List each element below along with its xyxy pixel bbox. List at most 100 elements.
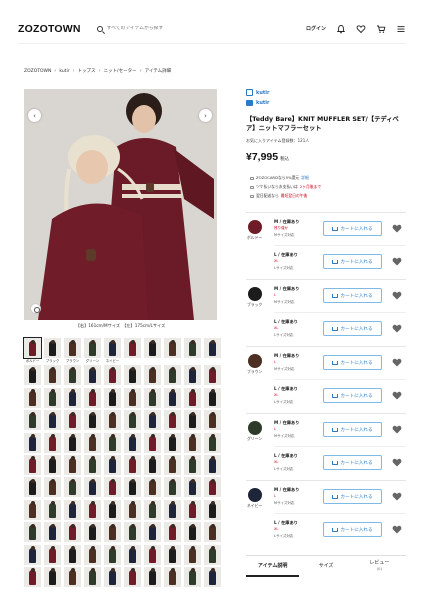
- favorite-heart-icon[interactable]: [392, 358, 402, 367]
- thumbnail[interactable]: ボルドー: [23, 337, 42, 363]
- search-icon[interactable]: [96, 25, 103, 32]
- thumbnail[interactable]: [204, 338, 221, 363]
- thumbnail[interactable]: [104, 544, 121, 565]
- favorite-heart-icon[interactable]: [392, 425, 402, 434]
- thumbnail[interactable]: [184, 499, 201, 520]
- thumbnail[interactable]: [204, 432, 221, 453]
- color-swatch[interactable]: [248, 488, 262, 502]
- search-input[interactable]: [106, 26, 227, 31]
- thumbnail[interactable]: [164, 454, 181, 475]
- thumbnail[interactable]: [184, 566, 201, 587]
- search-bar[interactable]: [96, 25, 227, 32]
- add-to-cart-button[interactable]: カートに入れる: [323, 288, 382, 303]
- thumbnail[interactable]: [24, 454, 41, 475]
- thumbnail[interactable]: [24, 522, 41, 543]
- thumbnail[interactable]: [164, 522, 181, 543]
- thumbnail[interactable]: [104, 365, 121, 386]
- thumbnail[interactable]: [184, 410, 201, 431]
- thumbnail[interactable]: [124, 477, 141, 498]
- thumbnail[interactable]: [44, 432, 61, 453]
- favorite-heart-icon[interactable]: [392, 257, 402, 266]
- breadcrumb-item[interactable]: ニット/セーター: [104, 68, 137, 74]
- thumbnail[interactable]: [84, 410, 101, 431]
- thumbnail[interactable]: [104, 454, 121, 475]
- brand-name[interactable]: kutir: [256, 90, 269, 96]
- thumbnail[interactable]: [104, 432, 121, 453]
- thumbnail[interactable]: [84, 432, 101, 453]
- thumbnail[interactable]: [124, 338, 141, 363]
- thumbnail[interactable]: [144, 338, 161, 363]
- thumbnail[interactable]: [24, 566, 41, 587]
- thumbnail[interactable]: [204, 544, 221, 565]
- thumbnail[interactable]: [104, 387, 121, 408]
- thumbnail[interactable]: [84, 365, 101, 386]
- site-logo[interactable]: ZOZOTOWN: [18, 23, 81, 35]
- favorite-heart-icon[interactable]: [392, 458, 402, 467]
- thumbnail[interactable]: [44, 454, 61, 475]
- thumbnail[interactable]: [44, 544, 61, 565]
- thumbnail[interactable]: ネイビー: [104, 338, 121, 363]
- thumbnail[interactable]: [184, 544, 201, 565]
- promo-delivery[interactable]: 翌日配送なら 最短翌日の午後: [250, 193, 307, 199]
- thumbnail[interactable]: [104, 410, 121, 431]
- breadcrumb-item[interactable]: トップス: [78, 68, 96, 74]
- shop-name[interactable]: kutir: [256, 100, 269, 106]
- thumbnail[interactable]: [144, 566, 161, 587]
- thumbnail[interactable]: グリーン: [84, 338, 101, 363]
- thumbnail[interactable]: [24, 410, 41, 431]
- thumbnail[interactable]: [84, 387, 101, 408]
- thumbnail[interactable]: [104, 477, 121, 498]
- favorite-heart-icon[interactable]: [392, 324, 402, 333]
- thumbnail[interactable]: [64, 387, 81, 408]
- thumbnail[interactable]: [44, 566, 61, 587]
- add-to-cart-button[interactable]: カートに入れる: [323, 221, 382, 236]
- add-to-cart-button[interactable]: カートに入れる: [323, 422, 382, 437]
- thumbnail[interactable]: [144, 544, 161, 565]
- thumbnail[interactable]: [124, 365, 141, 386]
- thumbnail[interactable]: [184, 477, 201, 498]
- color-swatch[interactable]: [248, 220, 262, 234]
- thumbnail[interactable]: [84, 454, 101, 475]
- thumbnail[interactable]: [164, 387, 181, 408]
- thumbnail[interactable]: [24, 477, 41, 498]
- thumbnail[interactable]: [64, 522, 81, 543]
- thumbnail[interactable]: [164, 432, 181, 453]
- menu-icon[interactable]: [396, 24, 406, 34]
- thumbnail[interactable]: [164, 365, 181, 386]
- thumbnail[interactable]: [184, 432, 201, 453]
- thumbnail[interactable]: [124, 566, 141, 587]
- thumbnail[interactable]: [64, 410, 81, 431]
- thumbnail[interactable]: [84, 522, 101, 543]
- add-to-cart-button[interactable]: カートに入れる: [323, 355, 382, 370]
- thumbnail[interactable]: [164, 544, 181, 565]
- tab-size[interactable]: サイズ: [299, 556, 352, 577]
- thumbnail[interactable]: ブラック: [44, 338, 61, 363]
- favorite-heart-icon[interactable]: [392, 224, 402, 233]
- thumbnail[interactable]: [24, 499, 41, 520]
- thumbnail[interactable]: [124, 432, 141, 453]
- thumbnail[interactable]: [24, 365, 41, 386]
- thumbnail[interactable]: [164, 566, 181, 587]
- thumbnail[interactable]: [184, 387, 201, 408]
- thumbnail[interactable]: [64, 544, 81, 565]
- login-link[interactable]: ログイン: [306, 25, 326, 32]
- thumbnail[interactable]: [184, 365, 201, 386]
- thumbnail[interactable]: [44, 410, 61, 431]
- add-to-cart-button[interactable]: カートに入れる: [323, 522, 382, 537]
- thumbnail[interactable]: [184, 338, 201, 363]
- thumbnail[interactable]: [104, 566, 121, 587]
- thumbnail[interactable]: [204, 410, 221, 431]
- thumbnail[interactable]: [24, 387, 41, 408]
- thumbnail[interactable]: [164, 499, 181, 520]
- color-swatch[interactable]: [248, 287, 262, 301]
- thumbnail[interactable]: [144, 387, 161, 408]
- thumbnail[interactable]: [124, 499, 141, 520]
- thumbnail[interactable]: [64, 499, 81, 520]
- thumbnail[interactable]: [164, 410, 181, 431]
- promo-link[interactable]: 詳細: [301, 175, 309, 181]
- thumbnail[interactable]: [144, 410, 161, 431]
- thumbnail[interactable]: [104, 522, 121, 543]
- thumbnail[interactable]: [144, 365, 161, 386]
- breadcrumb-item[interactable]: ZOZOTOWN: [24, 69, 51, 74]
- thumbnail[interactable]: [44, 387, 61, 408]
